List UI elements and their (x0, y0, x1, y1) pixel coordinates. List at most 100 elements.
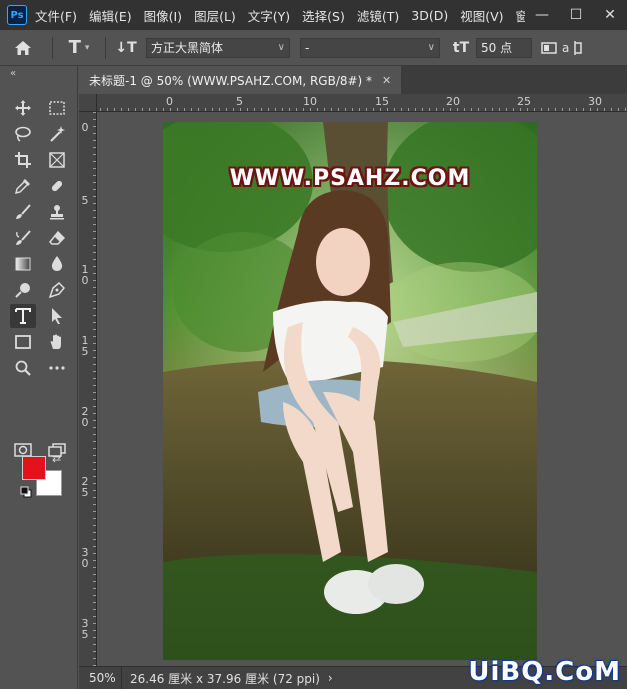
ruler-tick (254, 108, 255, 111)
home-icon (15, 40, 31, 55)
ruler-tick (492, 108, 493, 111)
menu-select[interactable]: 选择(S) (302, 6, 345, 25)
photoshop-logo[interactable]: Ps (7, 5, 27, 25)
horizontal-ruler[interactable]: 0 0 5 10 15 20 25 30 (79, 94, 627, 112)
magic-wand-tool[interactable] (44, 122, 70, 146)
ruler-tick (93, 427, 96, 428)
history-brush-tool[interactable] (10, 226, 36, 250)
default-colors-button[interactable] (20, 486, 32, 501)
rectangle-tool[interactable] (10, 330, 36, 354)
ruler-tick (100, 108, 101, 111)
ruler-tick (310, 108, 311, 111)
lasso-tool[interactable] (10, 122, 36, 146)
ruler-label: 20 (446, 95, 460, 108)
crop-tool[interactable] (10, 148, 36, 172)
ruler-origin[interactable] (79, 94, 97, 112)
document-tab[interactable]: 未标题-1 @ 50% (WWW.PSAHZ.COM, RGB/8#) * ✕ (79, 66, 402, 94)
font-family-value: 方正大黑简体 (151, 41, 224, 55)
ruler-tick (457, 108, 458, 111)
menu-filter[interactable]: 滤镜(T) (357, 6, 399, 25)
ruler-tick (121, 108, 122, 111)
path-select-tool[interactable] (44, 304, 70, 328)
text-orientation-button[interactable]: ↓T (112, 30, 140, 66)
font-style-value: - (305, 40, 310, 55)
ruler-tick (93, 259, 96, 260)
zoom-tool[interactable] (10, 356, 36, 380)
ruler-tick (555, 108, 556, 111)
document-canvas[interactable]: WWW.PSAHZ.COM (163, 122, 537, 660)
ruler-tick (93, 336, 96, 337)
zoom-icon (15, 360, 31, 376)
home-button[interactable] (0, 30, 46, 66)
align-icon (574, 40, 583, 55)
menu-edit[interactable]: 编辑(E) (89, 6, 132, 25)
quick-mask-icon (14, 443, 32, 457)
history-brush-icon (16, 230, 31, 245)
ruler-tick (527, 108, 528, 111)
ruler-tick (443, 108, 444, 111)
document-info[interactable]: 26.46 厘米 x 37.96 厘米 (72 ppi) › (121, 666, 333, 689)
ruler-tick (93, 245, 96, 246)
gradient-tool[interactable] (10, 252, 36, 276)
font-size-icon: tT (446, 30, 476, 66)
ruler-tick (191, 108, 192, 111)
foreground-color-swatch[interactable] (22, 456, 46, 480)
minimize-button[interactable]: — (525, 0, 559, 30)
zoom-level[interactable]: 50% (79, 671, 121, 685)
ruler-tick (198, 108, 199, 111)
ruler-tick (240, 108, 241, 111)
maximize-button[interactable]: ☐ (559, 0, 593, 30)
close-button[interactable]: ✕ (593, 0, 627, 30)
menu-3d[interactable]: 3D(D) (411, 8, 448, 23)
eraser-tool[interactable] (44, 226, 70, 250)
marquee-tool[interactable] (44, 96, 70, 120)
font-family-select[interactable]: 方正大黑简体 ∨ (146, 37, 290, 58)
frame-tool[interactable] (44, 148, 70, 172)
ruler-tick (93, 574, 96, 575)
blur-tool[interactable] (44, 252, 70, 276)
dodge-tool[interactable] (10, 278, 36, 302)
pen-icon (49, 282, 65, 298)
ruler-tick (408, 108, 409, 111)
ruler-tick (93, 511, 96, 512)
ruler-tick (93, 308, 96, 309)
brush-tool[interactable] (10, 200, 36, 224)
healing-tool[interactable] (44, 174, 70, 198)
crop-icon (15, 152, 31, 168)
stamp-tool[interactable] (44, 200, 70, 224)
status-menu-arrow-icon[interactable]: › (328, 671, 333, 685)
font-style-select[interactable]: - ∨ (300, 37, 440, 58)
watermark-text-layer[interactable]: WWW.PSAHZ.COM (163, 166, 537, 191)
canvas-workspace[interactable]: WWW.PSAHZ.COM (97, 112, 627, 666)
ruler-tick (114, 108, 115, 111)
anti-alias-button[interactable] (536, 30, 562, 66)
ruler-tick (93, 518, 96, 519)
hand-tool[interactable] (44, 330, 70, 354)
align-button[interactable] (571, 30, 585, 66)
font-size-select[interactable]: 50 点 (476, 37, 532, 58)
menu-type[interactable]: 文字(Y) (248, 6, 290, 25)
menu-file[interactable]: 文件(F) (35, 6, 77, 25)
screen-mode-button[interactable] (44, 438, 70, 462)
ruler-tick (548, 108, 549, 111)
more-tools[interactable] (44, 356, 70, 380)
move-tool[interactable] (10, 96, 36, 120)
pen-tool[interactable] (44, 278, 70, 302)
collapse-panel-icon[interactable]: « (10, 68, 16, 79)
separator (52, 36, 53, 59)
ruler-tick (93, 448, 96, 449)
ruler-tick (93, 504, 96, 505)
tool-preset-picker[interactable]: T ▾ (59, 30, 99, 66)
menu-view[interactable]: 视图(V) (460, 6, 503, 25)
menu-image[interactable]: 图像(I) (144, 6, 182, 25)
ruler-tick (261, 108, 262, 111)
ruler-tick (464, 108, 465, 111)
vertical-ruler[interactable]: 0 5 1 0 1 5 2 0 2 5 3 0 3 5 (79, 112, 97, 666)
close-tab-icon[interactable]: ✕ (382, 74, 391, 87)
eyedropper-tool[interactable] (10, 174, 36, 198)
menu-layer[interactable]: 图层(L) (194, 6, 236, 25)
ruler-tick (93, 525, 96, 526)
type-tool[interactable] (10, 304, 36, 328)
ruler-tick (156, 108, 157, 111)
ruler-tick (317, 108, 318, 111)
